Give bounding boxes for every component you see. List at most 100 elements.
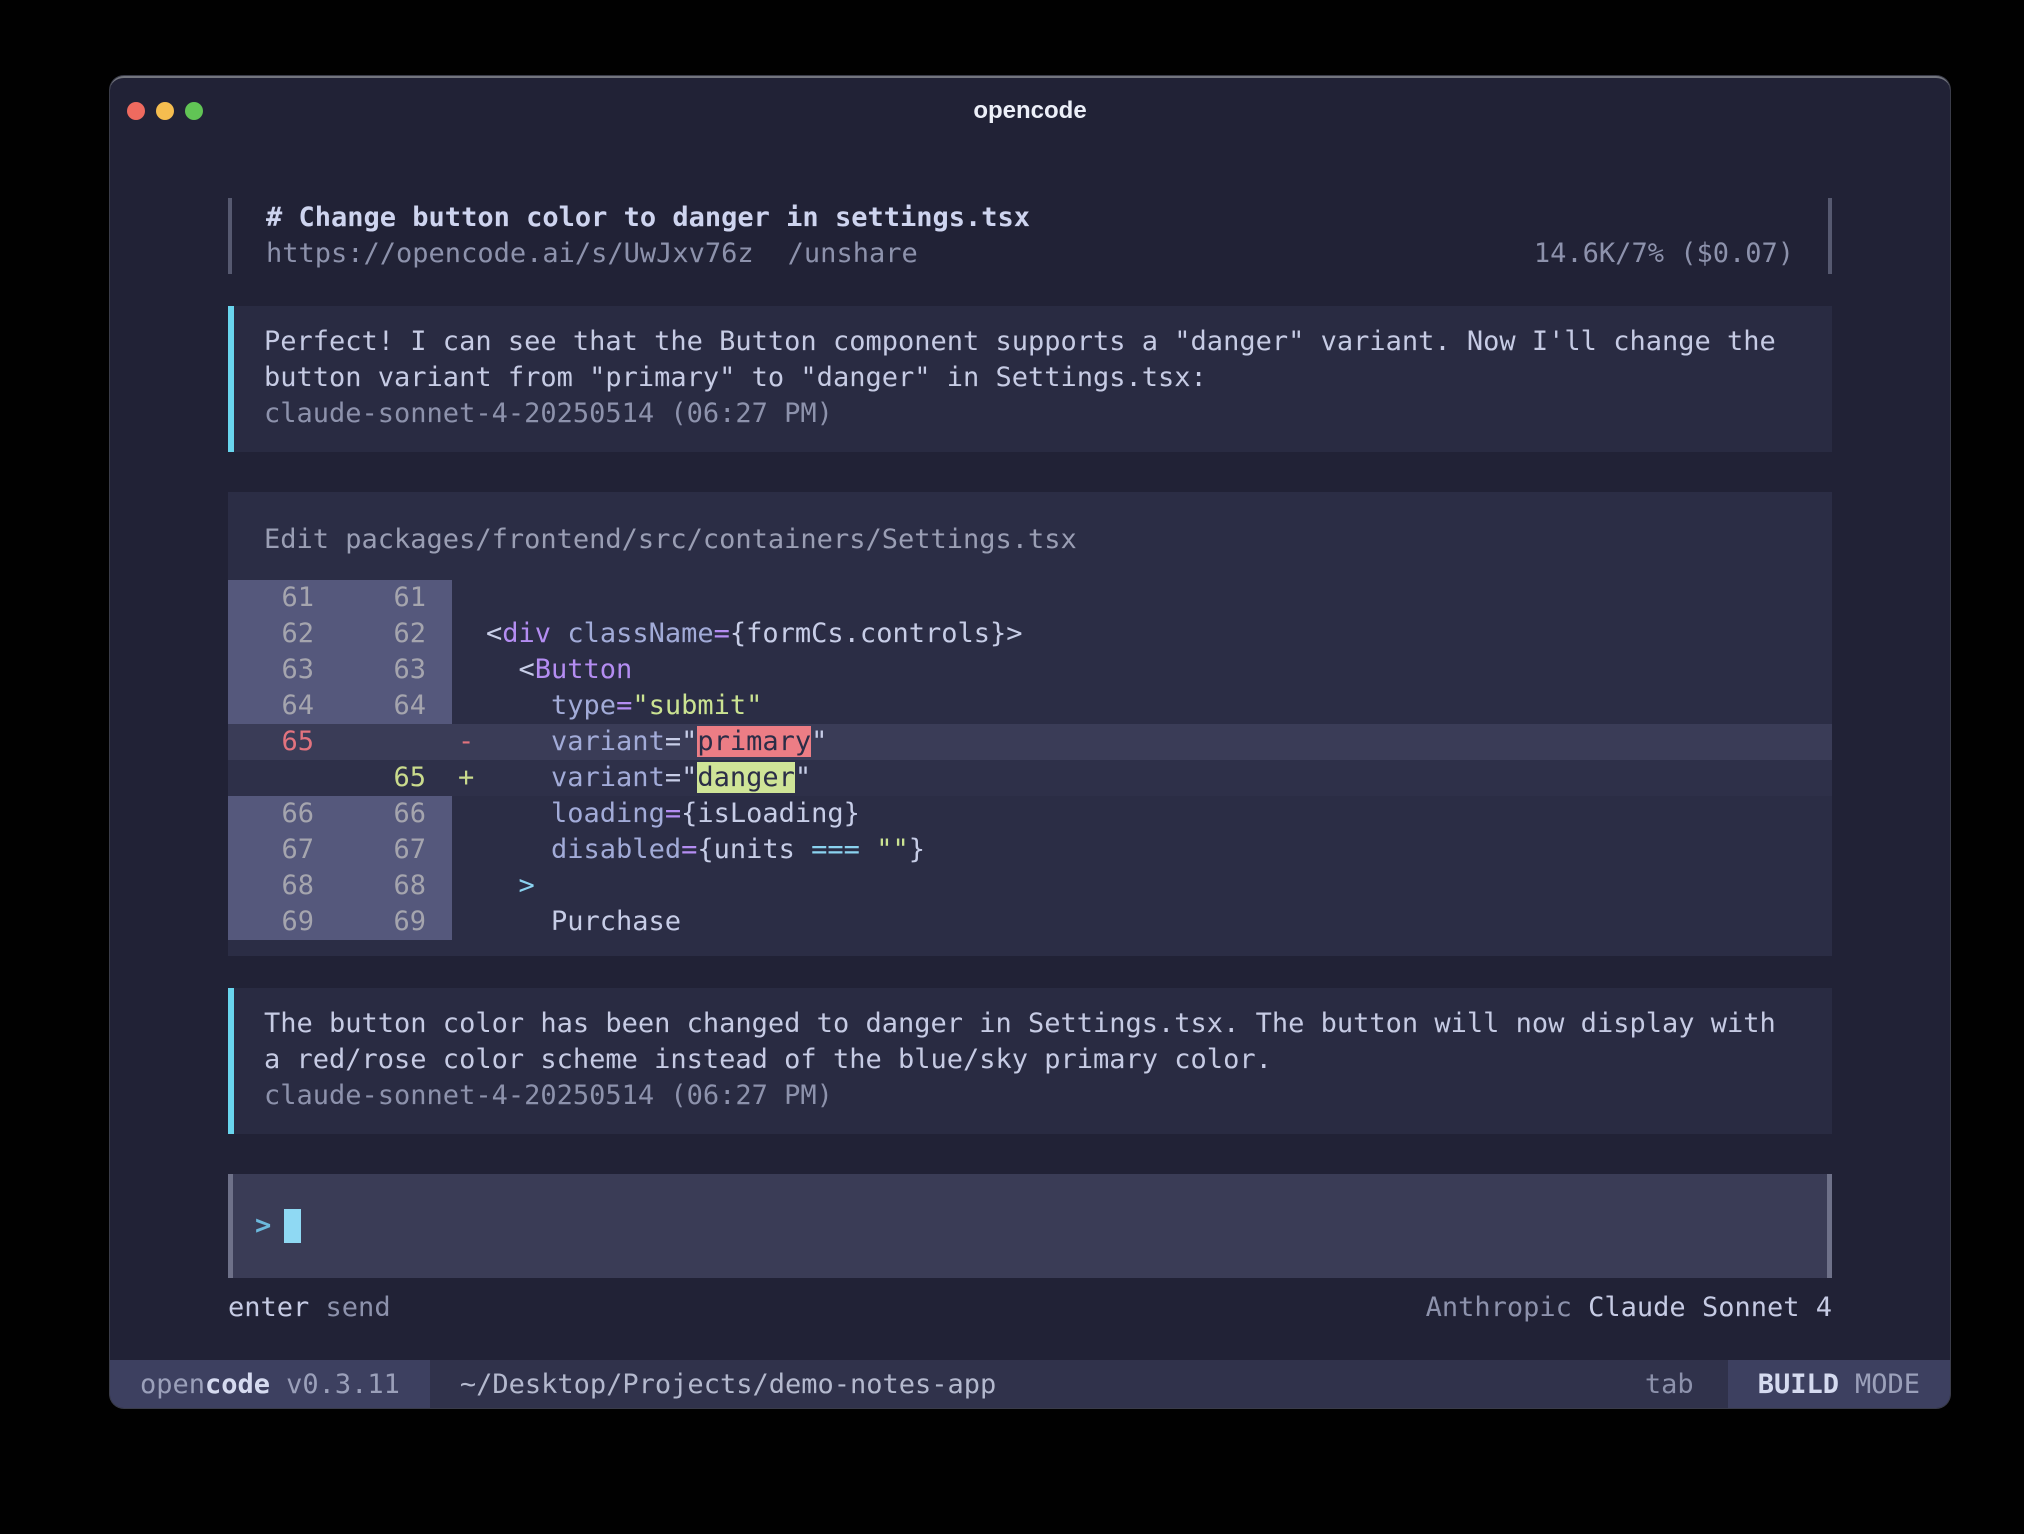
code-token-eq: = bbox=[714, 618, 730, 649]
status-bar: opencode v0.3.11 ~/Desktop/Projects/demo… bbox=[110, 1360, 1950, 1408]
line-number-old: 66 bbox=[228, 796, 324, 832]
code-token-punct: =" bbox=[665, 762, 698, 793]
prompt-input[interactable]: > bbox=[228, 1174, 1832, 1278]
line-number-old: 65 bbox=[228, 724, 324, 760]
code-token-punct: Purchase bbox=[486, 906, 681, 937]
code-line: type="submit" bbox=[486, 688, 1832, 724]
code-token-attr: variant bbox=[551, 726, 665, 757]
code-token-punct: =" bbox=[665, 726, 698, 757]
line-number-new: 63 bbox=[324, 652, 452, 688]
code-token-op: === bbox=[811, 834, 860, 865]
app-version: v0.3.11 bbox=[286, 1369, 400, 1400]
line-number-old: 63 bbox=[228, 652, 324, 688]
diff-marker bbox=[452, 616, 486, 652]
code-token-str: "submit" bbox=[632, 690, 762, 721]
diff-marker bbox=[452, 868, 486, 904]
diff-marker: + bbox=[452, 760, 486, 796]
model-label: Claude Sonnet 4 bbox=[1588, 1292, 1832, 1323]
code-token-eq: = bbox=[665, 798, 681, 829]
enter-key-hint: enter bbox=[228, 1292, 309, 1323]
assistant-message: Perfect! I can see that the Button compo… bbox=[228, 306, 1832, 452]
diff-marker bbox=[452, 580, 486, 616]
main-content: # Change button color to danger in setti… bbox=[110, 198, 1950, 1326]
working-directory: ~/Desktop/Projects/demo-notes-app bbox=[460, 1369, 996, 1400]
footer-hints: enter send Anthropic Claude Sonnet 4 bbox=[228, 1290, 1832, 1326]
window-title: opencode bbox=[973, 97, 1086, 125]
code-token-punct bbox=[486, 798, 551, 829]
line-number-new: 69 bbox=[324, 904, 452, 940]
code-line: loading={isLoading} bbox=[486, 796, 1832, 832]
line-number-new: 66 bbox=[324, 796, 452, 832]
code-token-eq: = bbox=[616, 690, 632, 721]
diff-row: 6666 loading={isLoading} bbox=[228, 796, 1832, 832]
code-token-punct bbox=[486, 690, 551, 721]
code-token-tag: Button bbox=[535, 654, 633, 685]
tab-key-hint[interactable]: tab bbox=[1645, 1369, 1694, 1400]
app-name-prefix: open bbox=[140, 1369, 205, 1400]
provider-label: Anthropic bbox=[1426, 1292, 1572, 1323]
diff-row: 6767 disabled={units === ""} bbox=[228, 832, 1832, 868]
diff-row: 6161 bbox=[228, 580, 1832, 616]
code-token-punct bbox=[551, 618, 567, 649]
code-line: variant="primary" bbox=[486, 724, 1832, 760]
line-number-old: 69 bbox=[228, 904, 324, 940]
code-line: <Button bbox=[486, 652, 1832, 688]
code-token-attr: disabled bbox=[551, 834, 681, 865]
line-number-new: 65 bbox=[324, 760, 452, 796]
code-line: Purchase bbox=[486, 904, 1832, 940]
session-header: # Change button color to danger in setti… bbox=[228, 198, 1832, 274]
code-token-punct bbox=[486, 834, 551, 865]
diff-marker bbox=[452, 832, 486, 868]
message-meta: claude-sonnet-4-20250514 (06:27 PM) bbox=[264, 1078, 1812, 1114]
build-mode-chip[interactable]: BUILD MODE bbox=[1728, 1360, 1950, 1408]
line-number-new: 68 bbox=[324, 868, 452, 904]
mode-suffix: MODE bbox=[1855, 1369, 1920, 1400]
unshare-command[interactable]: /unshare bbox=[788, 236, 918, 272]
line-number-new: 64 bbox=[324, 688, 452, 724]
opencode-window: opencode # Change button color to danger… bbox=[110, 76, 1950, 1408]
close-window-button[interactable] bbox=[127, 102, 145, 120]
code-line: > bbox=[486, 868, 1832, 904]
code-token-op: > bbox=[519, 870, 535, 901]
line-number-new bbox=[324, 724, 452, 760]
code-token-punct bbox=[860, 834, 876, 865]
diff-marker bbox=[452, 652, 486, 688]
code-token-del: primary bbox=[697, 726, 811, 757]
share-url[interactable]: https://opencode.ai/s/UwJxv76z bbox=[266, 236, 754, 272]
code-token-punct: {isLoading} bbox=[681, 798, 860, 829]
edit-tool-block: Edit packages/frontend/src/containers/Se… bbox=[228, 492, 1832, 956]
app-version-chip: opencode v0.3.11 bbox=[110, 1360, 430, 1408]
message-text: button variant from "primary" to "danger… bbox=[264, 360, 1812, 396]
edit-tool-title: Edit packages/frontend/src/containers/Se… bbox=[228, 522, 1832, 558]
code-line: variant="danger" bbox=[486, 760, 1832, 796]
message-meta: claude-sonnet-4-20250514 (06:27 PM) bbox=[264, 396, 1812, 432]
code-token-attr: type bbox=[551, 690, 616, 721]
code-token-str: "" bbox=[876, 834, 909, 865]
code-token-punct: " bbox=[811, 726, 827, 757]
code-token-attr: loading bbox=[551, 798, 665, 829]
line-number-new: 61 bbox=[324, 580, 452, 616]
code-token-tag: div bbox=[502, 618, 551, 649]
zoom-window-button[interactable] bbox=[185, 102, 203, 120]
line-number-old: 62 bbox=[228, 616, 324, 652]
line-number-old: 68 bbox=[228, 868, 324, 904]
diff-row: 65- variant="primary" bbox=[228, 724, 1832, 760]
send-action-hint: send bbox=[326, 1292, 391, 1323]
diff-row: 6868 > bbox=[228, 868, 1832, 904]
diff-marker bbox=[452, 796, 486, 832]
code-token-ins: danger bbox=[697, 762, 795, 793]
diff-row: 65+ variant="danger" bbox=[228, 760, 1832, 796]
diff-row: 6363 <Button bbox=[228, 652, 1832, 688]
prompt-symbol: > bbox=[255, 1208, 271, 1244]
code-token-punct bbox=[486, 870, 519, 901]
code-token-punct: < bbox=[486, 618, 502, 649]
code-line bbox=[486, 580, 1832, 616]
diff-row: 6969 Purchase bbox=[228, 904, 1832, 940]
message-text: a red/rose color scheme instead of the b… bbox=[264, 1042, 1812, 1078]
code-token-eq: = bbox=[681, 834, 697, 865]
code-token-attr: variant bbox=[551, 762, 665, 793]
line-number-old bbox=[228, 760, 324, 796]
diff-row: 6262<div className={formCs.controls}> bbox=[228, 616, 1832, 652]
text-cursor bbox=[284, 1209, 301, 1243]
minimize-window-button[interactable] bbox=[156, 102, 174, 120]
